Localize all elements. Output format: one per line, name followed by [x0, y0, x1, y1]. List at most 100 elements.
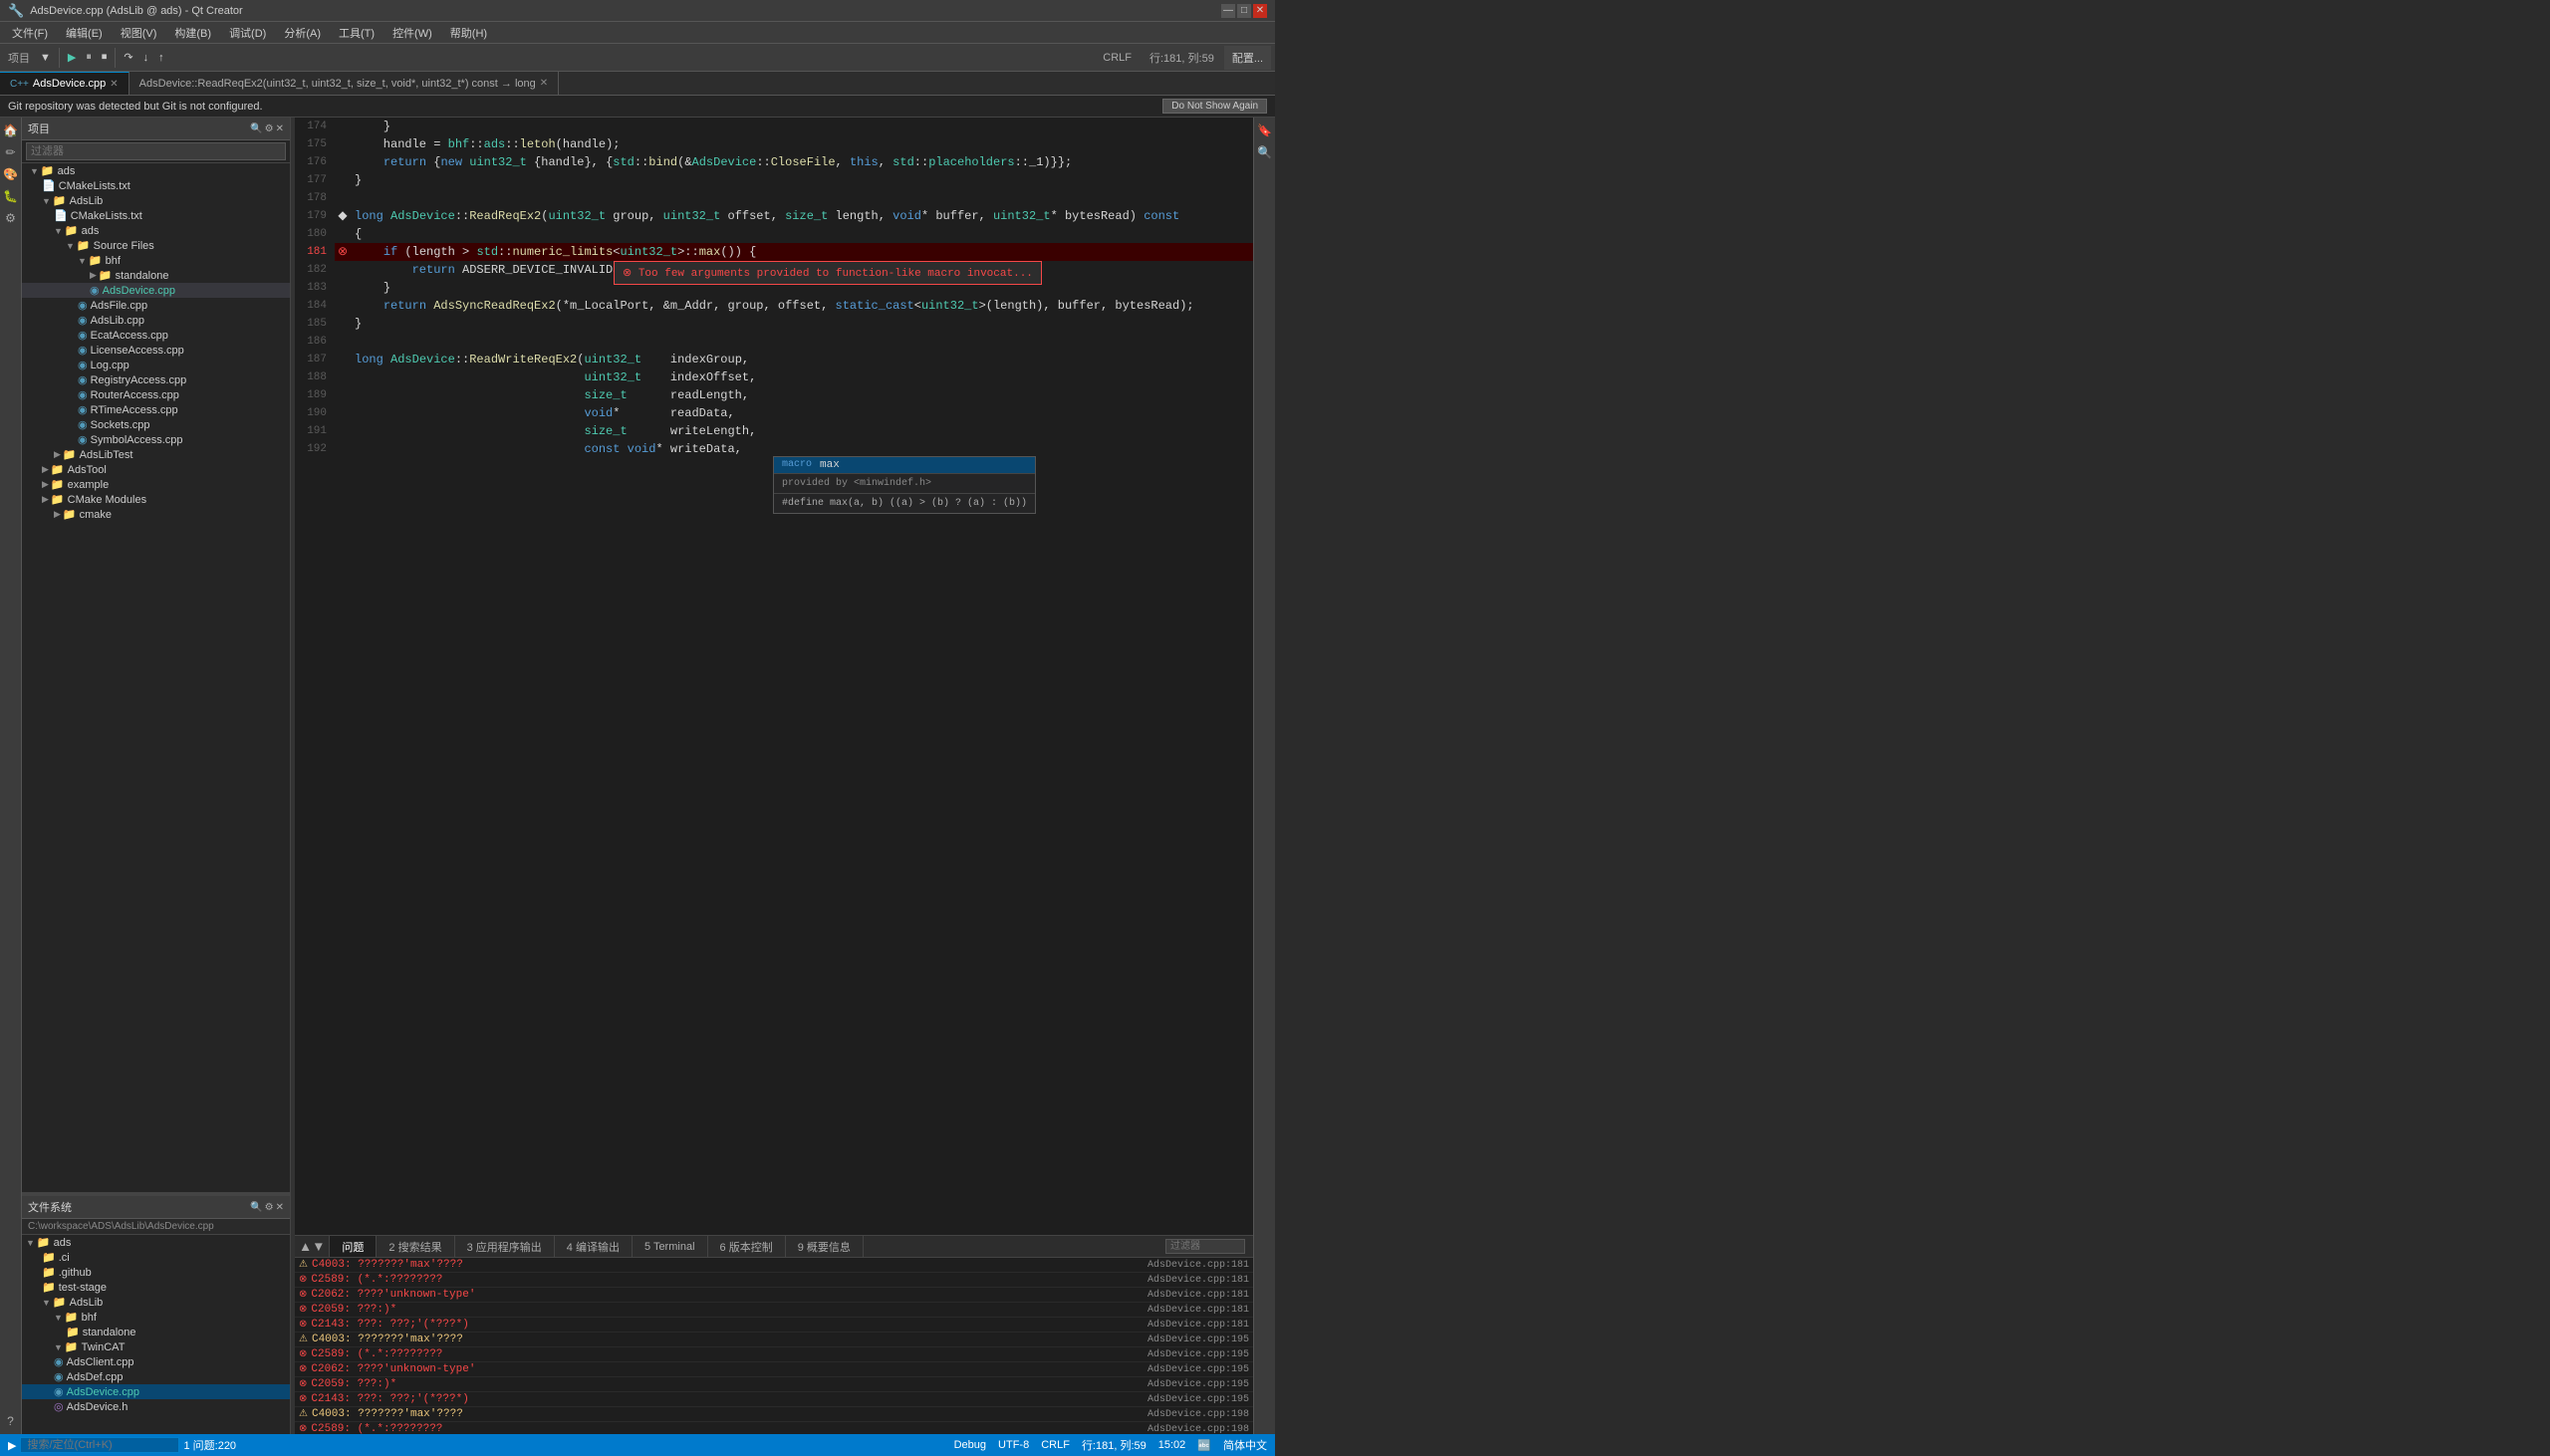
tree-item-ads-sub[interactable]: ▼ 📁 ads: [22, 223, 290, 238]
tree-item-adslibtest[interactable]: ▶ 📁 AdsLibTest: [22, 447, 290, 462]
sidebar-help-btn[interactable]: ?: [2, 1412, 20, 1430]
tree-item-cmake2[interactable]: 📄 CMakeLists.txt: [22, 208, 290, 223]
tree-item-source-files[interactable]: ▼ 📁 Source Files: [22, 238, 290, 253]
fs-item-teststage[interactable]: 📁 test-stage: [22, 1280, 290, 1295]
status-search-input[interactable]: [20, 1437, 179, 1453]
menu-build[interactable]: 构建(B): [166, 23, 219, 43]
project-search-input[interactable]: [26, 142, 286, 160]
right-sidebar-bookmark[interactable]: 🔖: [1256, 121, 1274, 139]
project-close-btn[interactable]: ✕: [276, 123, 284, 134]
project-filter-btn[interactable]: 🔍: [250, 123, 262, 134]
fs-item-ci[interactable]: 📁 .ci: [22, 1250, 290, 1265]
panel-move-up[interactable]: ▲: [299, 1239, 312, 1254]
menu-file[interactable]: 文件(F): [4, 23, 56, 43]
project-panel-title: 项目: [28, 121, 50, 136]
tree-item-adsdevice-cpp[interactable]: ◉ AdsDevice.cpp: [22, 283, 290, 298]
tree-item-registryaccess-cpp[interactable]: ◉ RegistryAccess.cpp: [22, 372, 290, 387]
toolbar-pause[interactable]: ⏸: [82, 46, 96, 70]
output-code-3: C2062: ????'unknown-type': [311, 1289, 475, 1301]
tab-adsdevice-cpp[interactable]: C++ AdsDevice.cpp ✕: [0, 72, 129, 95]
bottom-tab-app-output[interactable]: 3 应用程序输出: [455, 1236, 555, 1257]
minimize-button[interactable]: —: [1221, 4, 1235, 18]
tree-item-adslib[interactable]: ▼ 📁 AdsLib: [22, 193, 290, 208]
line-num-179: 179: [295, 207, 335, 225]
fs-item-bhf[interactable]: ▼ 📁 bhf: [22, 1310, 290, 1325]
toolbar-config[interactable]: 配置...: [1224, 46, 1271, 70]
menu-tools[interactable]: 工具(T): [331, 23, 382, 43]
tree-item-rtimeaccess-cpp[interactable]: ◉ RTimeAccess.cpp: [22, 402, 290, 417]
fs-item-adslib[interactable]: ▼ 📁 AdsLib: [22, 1295, 290, 1310]
toolbar-step-over[interactable]: ↷: [120, 46, 136, 70]
bottom-tab-summary[interactable]: 9 概要信息: [786, 1236, 864, 1257]
tree-item-licenseaccess-cpp[interactable]: ◉ LicenseAccess.cpp: [22, 343, 290, 358]
menu-analyze[interactable]: 分析(A): [276, 23, 329, 43]
bottom-tab-terminal[interactable]: 5 Terminal: [633, 1236, 708, 1257]
tree-item-cmake1[interactable]: 📄 CMakeLists.txt: [22, 178, 290, 193]
fs-item-standalone[interactable]: 📁 standalone: [22, 1325, 290, 1339]
tab-breadcrumb[interactable]: AdsDevice::ReadReqEx2(uint32_t, uint32_t…: [129, 72, 559, 95]
fs-item-ads[interactable]: ▼ 📁 ads: [22, 1235, 290, 1250]
tab-close-breadcrumb[interactable]: ✕: [540, 78, 548, 89]
tree-item-ads-root[interactable]: ▼ 📁 ads: [22, 163, 290, 178]
toolbar-dropdown[interactable]: ▼: [36, 46, 55, 70]
bottom-tab-vcs[interactable]: 6 版本控制: [708, 1236, 786, 1257]
tree-item-routeraccess-cpp[interactable]: ◉ RouterAccess.cpp: [22, 387, 290, 402]
sidebar-debug-btn[interactable]: 🐛: [2, 187, 20, 205]
fs-filter-btn[interactable]: 🔍: [250, 1202, 262, 1213]
panel-move-down[interactable]: ▼: [312, 1239, 325, 1254]
sidebar-projects-btn[interactable]: ⚙: [2, 209, 20, 227]
tree-item-standalone[interactable]: ▶ 📁 standalone: [22, 268, 290, 283]
tree-item-bhf[interactable]: ▼ 📁 bhf: [22, 253, 290, 268]
tree-item-symbolaccess-cpp[interactable]: ◉ SymbolAccess.cpp: [22, 432, 290, 447]
toolbar-stop[interactable]: ⏹: [98, 46, 112, 70]
fs-item-adsdevice-h[interactable]: ◎ AdsDevice.h: [22, 1399, 290, 1414]
tree-item-adsfile-cpp[interactable]: ◉ AdsFile.cpp: [22, 298, 290, 313]
menu-debug[interactable]: 调试(D): [221, 23, 274, 43]
sidebar-edit-btn[interactable]: ✏: [2, 143, 20, 161]
tab-close-adsdevice[interactable]: ✕: [110, 79, 118, 90]
code-area[interactable]: 174 } 175 handle = bhf::ads::letoh(handl…: [295, 118, 1253, 1235]
fs-icon-bhf: 📁: [65, 1311, 79, 1324]
maximize-button[interactable]: □: [1237, 4, 1251, 18]
autocomplete-item-macro[interactable]: macro max: [774, 457, 1035, 473]
output-row-2: ⊗ C2589: (*.*:???????? AdsDevice.cpp:181: [295, 1273, 1253, 1288]
tree-label-ecataccess-cpp: EcatAccess.cpp: [91, 330, 168, 342]
toolbar-run[interactable]: ▶: [64, 46, 80, 70]
toolbar-step-out[interactable]: ↑: [154, 46, 168, 70]
menu-edit[interactable]: 编辑(E): [58, 23, 111, 43]
tree-label-adsdevice-cpp: AdsDevice.cpp: [103, 285, 175, 297]
toolbar-step-into[interactable]: ↓: [139, 46, 153, 70]
line-num-192: 192: [295, 440, 335, 458]
fs-close-btn[interactable]: ✕: [276, 1202, 284, 1213]
tree-item-example[interactable]: ▶ 📁 example: [22, 477, 290, 492]
close-button[interactable]: ✕: [1253, 4, 1267, 18]
fs-settings-btn[interactable]: ⚙: [265, 1202, 274, 1213]
fs-item-adsdevice-cpp[interactable]: ◉ AdsDevice.cpp: [22, 1384, 290, 1399]
fs-item-adsdef[interactable]: ◉ AdsDef.cpp: [22, 1369, 290, 1384]
sidebar-welcome-btn[interactable]: 🏠: [2, 121, 20, 139]
output-area[interactable]: ⚠ C4003: ???????'max'???? AdsDevice.cpp:…: [295, 1258, 1253, 1434]
line-marker-188: [335, 368, 351, 386]
right-sidebar-zoom[interactable]: 🔍: [1256, 143, 1274, 161]
fs-item-github[interactable]: 📁 .github: [22, 1265, 290, 1280]
fs-item-twincat[interactable]: ▼ 📁 TwinCAT: [22, 1339, 290, 1354]
tree-item-ecataccess-cpp[interactable]: ◉ EcatAccess.cpp: [22, 328, 290, 343]
tree-item-adstool[interactable]: ▶ 📁 AdsTool: [22, 462, 290, 477]
fs-item-adsclient[interactable]: ◉ AdsClient.cpp: [22, 1354, 290, 1369]
bottom-tab-issues[interactable]: 问题: [330, 1236, 377, 1257]
project-settings-btn[interactable]: ⚙: [265, 123, 274, 134]
menu-control[interactable]: 控件(W): [384, 23, 440, 43]
bottom-tab-compile[interactable]: 4 编译输出: [555, 1236, 633, 1257]
bottom-tab-search[interactable]: 2 搜索结果: [377, 1236, 454, 1257]
menu-help[interactable]: 帮助(H): [442, 23, 495, 43]
do-not-show-again-button[interactable]: Do Not Show Again: [1162, 99, 1267, 114]
tree-item-sockets-cpp[interactable]: ◉ Sockets.cpp: [22, 417, 290, 432]
tree-item-cmake-sub[interactable]: ▶ 📁 cmake: [22, 507, 290, 522]
menu-view[interactable]: 视图(V): [113, 23, 165, 43]
bottom-filter-input[interactable]: [1165, 1239, 1245, 1254]
tree-item-log-cpp[interactable]: ◉ Log.cpp: [22, 358, 290, 372]
sidebar-design-btn[interactable]: 🎨: [2, 165, 20, 183]
tree-item-cmake-modules[interactable]: ▶ 📁 CMake Modules: [22, 492, 290, 507]
tree-item-adslib-cpp[interactable]: ◉ AdsLib.cpp: [22, 313, 290, 328]
warn-icon-6: ⚠: [299, 1334, 308, 1345]
